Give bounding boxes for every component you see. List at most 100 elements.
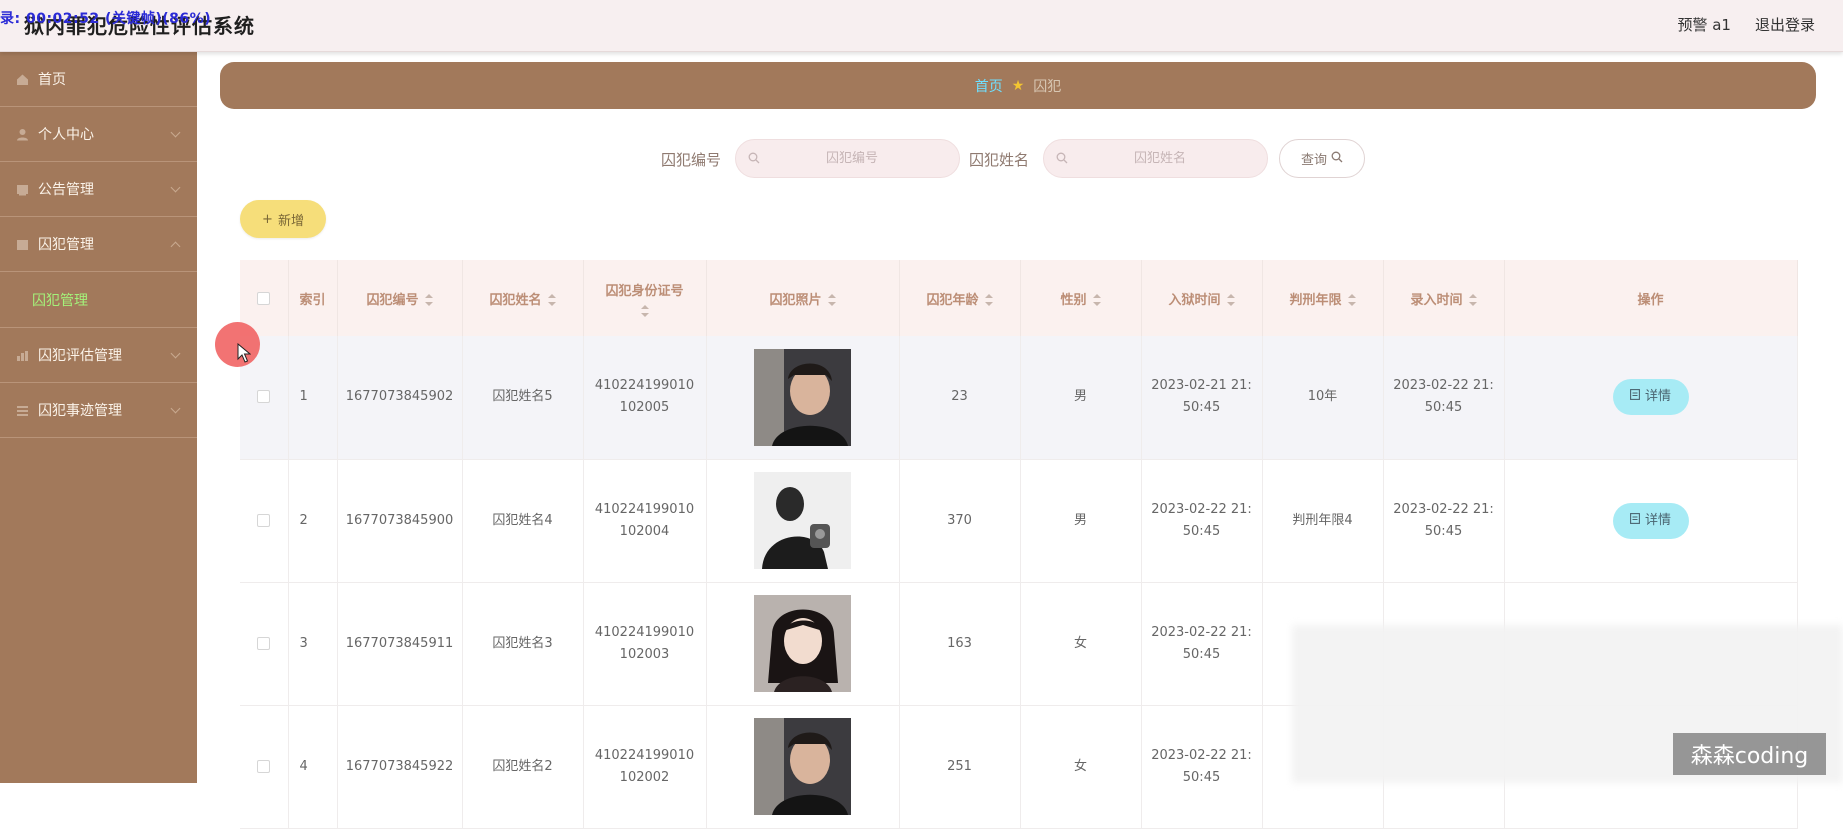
- query-button[interactable]: 查询: [1279, 139, 1365, 178]
- watermark: 森森coding: [1673, 733, 1826, 775]
- add-button[interactable]: + 新增: [240, 200, 326, 238]
- column-header[interactable]: 囚犯编号: [337, 260, 463, 336]
- row-checkbox[interactable]: [257, 513, 271, 527]
- entry-time: 2023-02-22 21: 50:45: [1383, 336, 1505, 460]
- column-header[interactable]: 囚犯照片: [706, 260, 900, 336]
- sort-icon[interactable]: [424, 294, 433, 306]
- entry-time: 2023-02-22 21: 50:45: [1383, 459, 1505, 583]
- prisoner-code: 1677073845902: [337, 336, 463, 460]
- row-index: 1: [288, 336, 338, 460]
- sidebar-item-prisoner-deeds[interactable]: 囚犯事迹管理: [0, 383, 197, 438]
- document-icon: [1630, 510, 1640, 532]
- table-row[interactable]: 1 1677073845902 囚犯姓名5 410224199010 102005…: [240, 336, 1798, 460]
- user-role-label[interactable]: 预警 a1: [1677, 14, 1731, 35]
- column-header[interactable]: 判刑年限: [1262, 260, 1384, 336]
- prisoner-photo: [754, 595, 851, 692]
- row-index: 4: [288, 705, 338, 829]
- sidebar-item-label: 公告管理: [38, 182, 94, 198]
- sort-icon[interactable]: [640, 304, 649, 317]
- star-icon: ★: [1011, 77, 1025, 94]
- chevron-down-icon: [170, 182, 181, 193]
- prisoner-age: 23: [899, 336, 1021, 460]
- home-icon: [16, 73, 29, 86]
- prisoner-age: 370: [899, 459, 1021, 583]
- row-checkbox[interactable]: [257, 759, 271, 773]
- sort-icon[interactable]: [827, 294, 836, 306]
- sidebar-item-label: 首页: [38, 72, 66, 88]
- prisoner-name-search-field[interactable]: [1043, 139, 1268, 178]
- prisoner-code-search-field[interactable]: [735, 139, 960, 178]
- sidebar-item-prisoner-management[interactable]: 囚犯管理: [0, 217, 197, 272]
- prisoner-photo-cell: [706, 705, 900, 829]
- sidebar-item-prisoner-assessment[interactable]: 囚犯评估管理: [0, 328, 197, 383]
- row-index: 2: [288, 459, 338, 583]
- sort-icon[interactable]: [1226, 294, 1235, 306]
- breadcrumb-home-link[interactable]: 首页: [975, 76, 1003, 96]
- prisoner-gender: 男: [1020, 459, 1142, 583]
- prisoner-code: 1677073845900: [337, 459, 463, 583]
- recording-timer-overlay: 录: 00:02:52 (关键帧)(86%): [0, 11, 212, 27]
- column-header[interactable]: 入狱时间: [1141, 260, 1263, 336]
- column-header[interactable]: 性别: [1020, 260, 1142, 336]
- prisoner-gender: 女: [1020, 705, 1142, 829]
- prisoner-code-label: 囚犯编号: [661, 151, 722, 169]
- document-icon: [1630, 386, 1640, 408]
- sort-icon[interactable]: [547, 294, 556, 306]
- prisoner-photo-cell: [706, 336, 900, 460]
- folder-icon: [16, 238, 29, 251]
- prisoner-code-input[interactable]: [772, 151, 932, 166]
- column-header: 操作: [1504, 260, 1798, 336]
- prisoner-name: 囚犯姓名3: [462, 582, 584, 706]
- sort-icon[interactable]: [1468, 294, 1477, 306]
- sidebar-subitem-prisoner-management[interactable]: 囚犯管理: [0, 272, 197, 328]
- detail-button[interactable]: 详情: [1612, 379, 1689, 416]
- prisoner-name-input[interactable]: [1080, 151, 1240, 166]
- header-actions: 预警 a1 退出登录: [1677, 14, 1815, 35]
- column-header[interactable]: 囚犯身份证号: [583, 260, 707, 336]
- sentence-years: 判刑年限4: [1262, 459, 1384, 583]
- prisoner-name: 囚犯姓名5: [462, 336, 584, 460]
- prisoner-name-label: 囚犯姓名: [969, 151, 1030, 169]
- search-icon: [1056, 149, 1068, 168]
- notice-icon: [16, 183, 29, 196]
- chart-icon: [16, 349, 29, 362]
- detail-button[interactable]: 详情: [1612, 502, 1689, 539]
- sort-icon[interactable]: [984, 294, 993, 306]
- breadcrumb: 首页 ★ 囚犯: [220, 62, 1816, 109]
- row-select-cell: [240, 459, 289, 583]
- logout-link[interactable]: 退出登录: [1755, 14, 1815, 35]
- sidebar-item-home[interactable]: 首页: [0, 52, 197, 107]
- chevron-down-icon: [170, 403, 181, 414]
- sidebar-item-label: 囚犯评估管理: [38, 348, 122, 364]
- prisoner-code: 1677073845911: [337, 582, 463, 706]
- prisoner-id-number: 410224199010 102002: [583, 705, 707, 829]
- prisoner-photo: [754, 472, 851, 569]
- plus-icon: +: [262, 211, 273, 227]
- sentence-years: 10年: [1262, 336, 1384, 460]
- prisoner-id-number: 410224199010 102005: [583, 336, 707, 460]
- prisoner-photo-cell: [706, 582, 900, 706]
- column-header[interactable]: 囚犯年龄: [899, 260, 1021, 336]
- sort-icon[interactable]: [1092, 294, 1101, 306]
- column-header[interactable]: 录入时间: [1383, 260, 1505, 336]
- row-checkbox[interactable]: [257, 390, 271, 404]
- prisoner-age: 163: [899, 582, 1021, 706]
- prisoner-name: 囚犯姓名4: [462, 459, 584, 583]
- row-checkbox[interactable]: [257, 636, 271, 650]
- prisoner-age: 251: [899, 705, 1021, 829]
- mouse-cursor-icon: [237, 343, 251, 363]
- query-button-label: 查询: [1300, 153, 1327, 168]
- jail-time: 2023-02-22 21: 50:45: [1141, 582, 1263, 706]
- chevron-down-icon: [170, 348, 181, 359]
- table-row[interactable]: 2 1677073845900 囚犯姓名4 410224199010 102004…: [240, 459, 1798, 583]
- column-header[interactable]: 囚犯姓名: [462, 260, 584, 336]
- sort-icon[interactable]: [1347, 294, 1356, 306]
- jail-time: 2023-02-21 21: 50:45: [1141, 336, 1263, 460]
- row-actions: 详情: [1504, 459, 1798, 583]
- row-select-cell: [240, 582, 289, 706]
- select-all-checkbox[interactable]: [257, 291, 271, 305]
- search-icon: [748, 149, 760, 168]
- prisoner-gender: 女: [1020, 582, 1142, 706]
- table-header-row: 索引 囚犯编号 囚犯姓名 囚犯身份证号 囚犯照片 囚犯年龄 性别 入狱时间 判刑…: [240, 260, 1798, 336]
- row-select-cell: [240, 705, 289, 829]
